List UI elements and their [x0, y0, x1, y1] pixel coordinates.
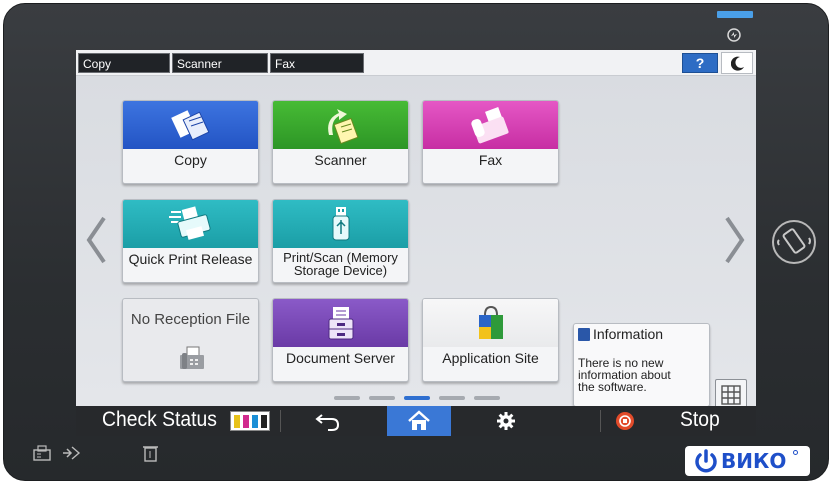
copy-documents-icon — [171, 110, 210, 141]
fax-machine-icon — [471, 107, 509, 144]
app-print-scan-memory-storage[interactable]: Print/Scan (Memory Storage Device) — [272, 199, 409, 283]
app-copy[interactable]: Copy — [122, 100, 259, 184]
chevron-right-icon[interactable] — [723, 215, 747, 265]
tab-fax[interactable]: Fax — [270, 53, 364, 73]
help-button[interactable]: ? — [682, 53, 718, 73]
app-grid-icon — [721, 385, 741, 405]
tab-copy[interactable]: Copy — [78, 53, 170, 73]
divider — [280, 410, 281, 432]
stop-icon[interactable] — [615, 411, 635, 431]
app-application-site[interactable]: Application Site — [422, 298, 559, 382]
shopping-bag-icon — [479, 305, 503, 339]
information-widget[interactable]: Information There is no new information … — [573, 323, 710, 407]
app-label: Fax — [478, 152, 503, 168]
toner-level-icon[interactable] — [230, 411, 270, 431]
app-label: No Reception File — [130, 311, 251, 328]
home-icon — [408, 410, 430, 430]
app-fax[interactable]: Fax — [422, 100, 559, 184]
information-title-text: Information — [593, 326, 664, 342]
stop-button[interactable]: Stop — [680, 408, 720, 432]
back-arrow-icon[interactable] — [308, 406, 348, 436]
app-label: Scanner — [314, 152, 367, 168]
usb-drive-icon — [332, 207, 350, 241]
home-button[interactable] — [387, 406, 451, 436]
mode-tab-bar: Copy Scanner Fax ? — [76, 50, 756, 76]
app-label-line-2: Storage Device) — [293, 263, 388, 278]
tab-scanner[interactable]: Scanner — [172, 53, 268, 73]
information-title: Information — [578, 326, 663, 342]
touch-screen: Copy Scanner Fax ? Copy Scanner Fax Quic… — [76, 50, 756, 436]
logo-text: ВИКО — [721, 449, 787, 473]
moon-icon — [731, 56, 744, 71]
app-label: Document Server — [286, 350, 395, 366]
data-in-hw-icon[interactable] — [60, 444, 82, 462]
sleep-button[interactable] — [721, 52, 753, 74]
app-label: Copy — [174, 152, 207, 168]
app-quick-print-release[interactable]: Quick Print Release — [122, 199, 259, 283]
power-logo-icon — [695, 449, 717, 473]
information-message: There is no new information about the so… — [578, 357, 708, 393]
app-no-reception-file[interactable]: No Reception File — [122, 298, 259, 382]
fax-tray-icon — [180, 346, 204, 369]
status-led — [717, 11, 753, 18]
book-icon — [578, 328, 590, 341]
app-label: Quick Print Release — [128, 251, 253, 267]
document-server-icon — [328, 307, 354, 340]
app-document-server[interactable]: Document Server — [272, 298, 409, 382]
delete-hw-icon[interactable] — [140, 444, 162, 462]
printer-icon — [169, 206, 211, 240]
app-label: Application Site — [442, 350, 539, 366]
information-line-3: the software. — [578, 380, 647, 394]
energy-saver-icon[interactable] — [726, 27, 742, 43]
gear-icon[interactable] — [494, 406, 518, 436]
home-app-area: Copy Scanner Fax Quick Print Release Pri… — [76, 76, 756, 411]
registered-mark — [793, 450, 798, 455]
chevron-left-icon[interactable] — [84, 215, 108, 265]
app-scanner[interactable]: Scanner — [272, 100, 409, 184]
page-dot-3[interactable] — [404, 396, 430, 400]
page-dot-5[interactable] — [474, 396, 500, 400]
page-dot-1[interactable] — [334, 396, 360, 400]
bottom-bar: Check Status Stop — [76, 406, 756, 436]
fax-hw-icon[interactable] — [32, 444, 54, 462]
page-dot-4[interactable] — [439, 396, 465, 400]
divider — [600, 410, 601, 432]
nfc-phone-icon — [772, 220, 816, 264]
scanner-icon — [328, 109, 359, 145]
app-label: Print/Scan (Memory Storage Device) — [273, 248, 408, 282]
check-status-button[interactable]: Check Status — [102, 408, 217, 432]
page-dot-2[interactable] — [369, 396, 395, 400]
viko-logo: ВИКО — [685, 446, 810, 476]
